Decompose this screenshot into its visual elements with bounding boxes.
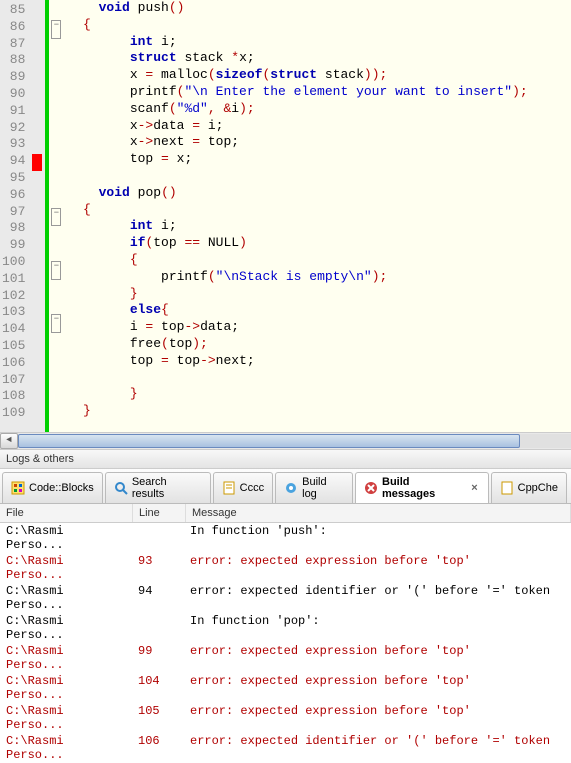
- code-line[interactable]: void pop(): [67, 185, 571, 202]
- message-row[interactable]: C:\Rasmi Perso...94error: expected ident…: [0, 583, 571, 613]
- tab-build-messages[interactable]: Build messages ×: [355, 472, 489, 503]
- tab-label: Build messages: [382, 476, 465, 500]
- scroll-left-arrow[interactable]: ◄: [0, 433, 18, 449]
- tab-codeblocks[interactable]: Code::Blocks: [2, 472, 103, 503]
- logs-panel-header[interactable]: Logs & others: [0, 449, 571, 469]
- code-line[interactable]: void push(): [67, 0, 571, 17]
- error-icon: [364, 481, 378, 495]
- message-row[interactable]: C:\Rasmi Perso...105error: expected expr…: [0, 703, 571, 733]
- close-icon[interactable]: ×: [469, 482, 479, 494]
- code-line[interactable]: free(top);: [67, 336, 571, 353]
- code-line[interactable]: [67, 370, 571, 387]
- message-row[interactable]: C:\Rasmi Perso...99error: expected expre…: [0, 643, 571, 673]
- code-line[interactable]: scanf("%d", &i);: [67, 101, 571, 118]
- code-line[interactable]: x = malloc(sizeof(struct stack));: [67, 67, 571, 84]
- code-line[interactable]: int i;: [67, 218, 571, 235]
- codeblocks-icon: [11, 481, 25, 495]
- code-line[interactable]: }: [67, 403, 571, 420]
- horizontal-scrollbar[interactable]: ◄: [0, 432, 571, 449]
- tab-cppcheck[interactable]: CppChe: [491, 472, 567, 503]
- tab-label: Build log: [302, 476, 344, 500]
- col-header-file[interactable]: File: [0, 504, 133, 522]
- code-line[interactable]: printf("\nStack is empty\n");: [67, 269, 571, 286]
- doc-icon: [222, 481, 236, 495]
- code-line[interactable]: }: [67, 286, 571, 303]
- message-row[interactable]: C:\Rasmi Perso...106error: expected iden…: [0, 733, 571, 763]
- tab-label: Cccc: [240, 482, 264, 494]
- logs-tabs: Code::Blocks Search results Cccc Build l…: [0, 469, 571, 504]
- code-line[interactable]: }: [67, 386, 571, 403]
- code-line[interactable]: int i;: [67, 34, 571, 51]
- doc-icon: [500, 481, 514, 495]
- code-line[interactable]: {: [67, 252, 571, 269]
- code-area[interactable]: void push() { int i; struct stack *x; x …: [63, 0, 571, 432]
- tab-cccc[interactable]: Cccc: [213, 472, 273, 503]
- tab-build-log[interactable]: Build log: [275, 472, 353, 503]
- tab-label: Code::Blocks: [29, 482, 94, 494]
- code-line[interactable]: {: [67, 202, 571, 219]
- build-messages-panel: File Line Message C:\Rasmi Perso...In fu…: [0, 504, 571, 763]
- code-line[interactable]: else{: [67, 302, 571, 319]
- code-line[interactable]: x->next = top;: [67, 134, 571, 151]
- col-header-line[interactable]: Line: [133, 504, 186, 522]
- col-header-message[interactable]: Message: [186, 504, 571, 522]
- code-line[interactable]: top = top->next;: [67, 353, 571, 370]
- message-row[interactable]: C:\Rasmi Perso...104error: expected expr…: [0, 673, 571, 703]
- code-line[interactable]: {: [67, 17, 571, 34]
- fold-column[interactable]: −−−−: [49, 0, 63, 432]
- code-editor[interactable]: 8586878889909192939495969798991001011021…: [0, 0, 571, 432]
- code-line[interactable]: [67, 168, 571, 185]
- code-line[interactable]: i = top->data;: [67, 319, 571, 336]
- messages-header-row[interactable]: File Line Message: [0, 504, 571, 523]
- code-line[interactable]: top = x;: [67, 151, 571, 168]
- message-row[interactable]: C:\Rasmi Perso...In function 'pop':: [0, 613, 571, 643]
- code-line[interactable]: if(top == NULL): [67, 235, 571, 252]
- scroll-thumb[interactable]: [18, 434, 520, 448]
- scroll-track[interactable]: [18, 434, 571, 448]
- marker-column: [31, 0, 45, 432]
- tab-label: Search results: [132, 476, 202, 500]
- tab-search-results[interactable]: Search results: [105, 472, 211, 503]
- tab-label: CppChe: [518, 482, 558, 494]
- line-number-gutter: 8586878889909192939495969798991001011021…: [0, 0, 31, 432]
- search-icon: [114, 481, 128, 495]
- code-line[interactable]: x->data = i;: [67, 118, 571, 135]
- gear-icon: [284, 481, 298, 495]
- message-row[interactable]: C:\Rasmi Perso...93error: expected expre…: [0, 553, 571, 583]
- code-line[interactable]: printf("\n Enter the element your want t…: [67, 84, 571, 101]
- message-row[interactable]: C:\Rasmi Perso...In function 'push':: [0, 523, 571, 553]
- code-line[interactable]: struct stack *x;: [67, 50, 571, 67]
